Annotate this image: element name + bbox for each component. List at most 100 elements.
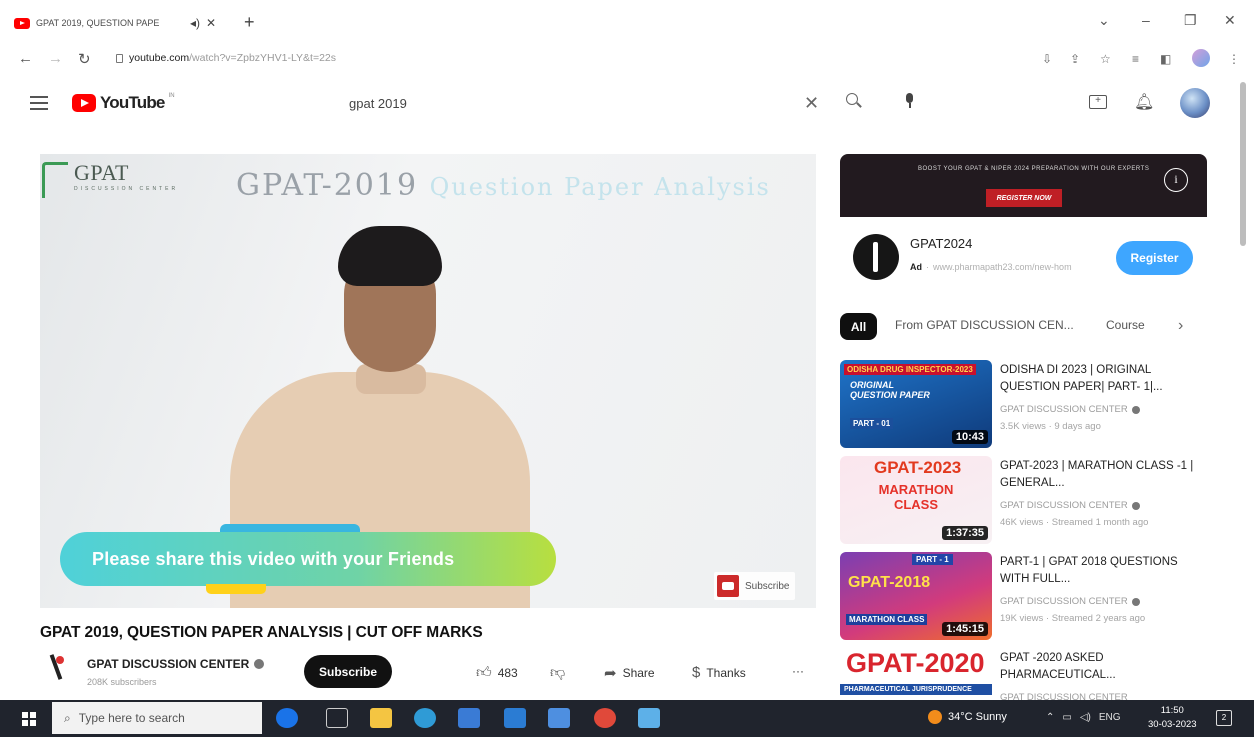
like-button[interactable]: 👍︎ 483 — [476, 664, 518, 682]
edge-browser-icon[interactable] — [414, 708, 436, 728]
page-scrollbar[interactable] — [1240, 82, 1246, 246]
restore-button[interactable]: ❐ — [1184, 12, 1197, 29]
ad-banner[interactable]: BOOST YOUR GPAT & NIPER 2024 PREPARATION… — [840, 154, 1207, 217]
thumbnail-part: PART - 1 — [912, 554, 953, 565]
clock-date: 30-03-2023 — [1148, 719, 1197, 730]
watermark-mark-icon — [42, 162, 68, 198]
recommendation-item[interactable]: GPAT-2023 MARATHON CLASS 1:37:35 GPAT-20… — [840, 456, 1205, 544]
side-panel-icon[interactable]: ◧ — [1160, 52, 1171, 66]
microsoft-store-icon[interactable] — [458, 708, 480, 728]
weather-widget[interactable]: 34°C Sunny — [928, 710, 1007, 724]
video-duration: 1:37:35 — [942, 526, 988, 540]
taskbar-clock[interactable]: 11:50 30-03-2023 — [1148, 704, 1197, 732]
task-view-icon[interactable] — [326, 708, 348, 728]
recommendation-meta: 19K views · Streamed 2 years ago — [1000, 613, 1146, 624]
notifications-bell-icon[interactable]: 🔔︎ — [1134, 92, 1154, 112]
tab-close-icon[interactable]: ✕ — [206, 16, 216, 30]
chip-all[interactable]: All — [840, 313, 877, 340]
back-button[interactable]: ← — [18, 50, 33, 67]
channel-avatar[interactable] — [44, 652, 74, 682]
photos-app-icon[interactable] — [638, 708, 660, 728]
thanks-button[interactable]: $ Thanks — [692, 664, 746, 681]
chip-scroll-right-icon[interactable]: › — [1178, 317, 1183, 335]
recommendation-title[interactable]: ODISHA DI 2023 | ORIGINAL QUESTION PAPER… — [1000, 362, 1200, 396]
notification-center-icon[interactable]: 2 — [1216, 710, 1232, 726]
file-explorer-icon[interactable] — [370, 708, 392, 728]
bookmark-star-icon[interactable]: ☆ — [1100, 52, 1111, 66]
guide-menu-icon[interactable] — [30, 96, 48, 110]
install-app-icon[interactable]: ⇩ — [1042, 52, 1052, 66]
tab-search-chevron-icon[interactable]: ⌄ — [1098, 12, 1110, 29]
verified-badge-icon — [1131, 597, 1140, 606]
channel-name[interactable]: GPAT DISCUSSION CENTER — [87, 657, 265, 671]
recommendation-item[interactable]: ODISHA DRUG INSPECTOR-2023 ORIGINAL QUES… — [840, 360, 1205, 448]
tab-audio-icon[interactable]: ◂) — [190, 16, 200, 30]
like-count: 483 — [497, 666, 518, 680]
video-thumbnail[interactable]: GPAT-2020 PHARMACEUTICAL JURISPRUDENCE — [840, 648, 992, 700]
recommendation-item[interactable]: PART - 1 GPAT-2018 MARATHON CLASS 1:45:1… — [840, 552, 1205, 640]
chrome-browser-icon[interactable] — [594, 708, 616, 728]
more-actions-button[interactable]: ··· — [792, 664, 804, 678]
system-tray[interactable]: ⌃ ▭ ◁) ENG — [1046, 712, 1121, 723]
language-indicator[interactable]: ENG — [1099, 712, 1121, 723]
ad-info-icon[interactable]: i — [1164, 168, 1188, 192]
player-subscribe-overlay[interactable]: Subscribe — [714, 572, 796, 600]
search-input[interactable]: gpat 2019 — [349, 96, 407, 111]
recommendation-channel[interactable]: GPAT DISCUSSION CENTER — [1000, 500, 1140, 511]
recommendation-title[interactable]: GPAT-2023 | MARATHON CLASS -1 | GENERAL.… — [1000, 458, 1200, 492]
voice-search-icon[interactable] — [905, 93, 914, 109]
search-icon: ⌕ — [64, 710, 71, 725]
share-page-icon[interactable]: ⇪ — [1070, 52, 1080, 66]
share-button[interactable]: ➦ Share — [604, 664, 655, 682]
reading-list-icon[interactable]: ≡ — [1132, 52, 1139, 66]
ad-banner-headline: BOOST YOUR GPAT & NIPER 2024 PREPARATION… — [918, 166, 1150, 172]
show-hidden-icons-icon[interactable]: ⌃ — [1046, 712, 1054, 723]
clear-search-icon[interactable]: ✕ — [804, 93, 819, 114]
recommendation-channel[interactable]: GPAT DISCUSSION CENTER — [1000, 404, 1140, 415]
recommendation-channel[interactable]: GPAT DISCUSSION CENTER — [1000, 596, 1140, 607]
forward-button[interactable]: → — [48, 50, 63, 67]
advertiser-name[interactable]: GPAT2024 — [910, 236, 972, 251]
video-thumbnail[interactable]: PART - 1 GPAT-2018 MARATHON CLASS 1:45:1… — [840, 552, 992, 640]
search-icon[interactable] — [846, 93, 862, 109]
youtube-logo[interactable]: YouTube IN — [72, 93, 175, 113]
notification-count: 2 — [1221, 713, 1227, 722]
recommendation-item[interactable]: GPAT-2020 PHARMACEUTICAL JURISPRUDENCE G… — [840, 648, 1205, 700]
browser-menu-icon[interactable]: ⋮ — [1228, 52, 1240, 66]
dislike-button[interactable]: 👎︎ — [550, 664, 565, 682]
advertiser-logo[interactable] — [853, 234, 899, 280]
subscribe-button[interactable]: Subscribe — [304, 655, 392, 688]
banner-accent-bottom — [206, 584, 266, 594]
bing-app-icon[interactable] — [276, 708, 298, 728]
watermark-title: GPAT — [74, 160, 129, 185]
taskbar-search[interactable]: ⌕ Type here to search — [52, 702, 262, 734]
create-video-icon[interactable]: + — [1089, 95, 1107, 109]
chip-courses[interactable]: Course — [1106, 318, 1145, 332]
video-thumbnail[interactable]: GPAT-2023 MARATHON CLASS 1:37:35 — [840, 456, 992, 544]
reload-button[interactable]: ↻ — [78, 50, 91, 68]
thumbnail-subtext: MARATHON CLASS — [846, 614, 928, 625]
document-app-icon[interactable] — [548, 708, 570, 728]
network-icon[interactable]: ▭ — [1062, 712, 1071, 723]
close-window-button[interactable]: ✕ — [1224, 12, 1236, 29]
video-player[interactable]: GPAT DISCUSSION CENTER GPAT-2019 Questio… — [40, 154, 816, 608]
volume-icon[interactable]: ◁) — [1080, 712, 1091, 723]
register-button[interactable]: Register — [1116, 241, 1193, 275]
recommendation-channel[interactable]: GPAT DISCUSSION CENTER — [1000, 692, 1128, 700]
tab-title: GPAT 2019, QUESTION PAPE — [36, 18, 160, 28]
thumbnail-text: GPAT-2023 — [874, 458, 962, 477]
account-avatar[interactable] — [1180, 88, 1210, 118]
mail-app-icon[interactable] — [504, 708, 526, 728]
video-thumbnail[interactable]: ODISHA DRUG INSPECTOR-2023 ORIGINAL QUES… — [840, 360, 992, 448]
recommendation-title[interactable]: PART-1 | GPAT 2018 QUESTIONS WITH FULL..… — [1000, 554, 1200, 588]
windows-start-icon[interactable] — [22, 712, 36, 726]
browser-profile-icon[interactable] — [1192, 49, 1210, 67]
browser-tab[interactable]: GPAT 2019, QUESTION PAPE ◂) ✕ — [14, 10, 224, 36]
url-field[interactable]: youtube.com/watch?v=ZpbzYHV1-LY&t=22s — [116, 52, 336, 64]
new-tab-button[interactable]: + — [244, 12, 255, 33]
chip-from-channel[interactable]: From GPAT DISCUSSION CEN... — [895, 318, 1074, 332]
ad-banner-cta[interactable]: REGISTER NOW — [986, 189, 1062, 207]
recommendation-title[interactable]: GPAT -2020 ASKED PHARMACEUTICAL... — [1000, 650, 1200, 684]
clock-time: 11:50 — [1160, 705, 1184, 716]
minimize-button[interactable]: – — [1142, 12, 1150, 28]
